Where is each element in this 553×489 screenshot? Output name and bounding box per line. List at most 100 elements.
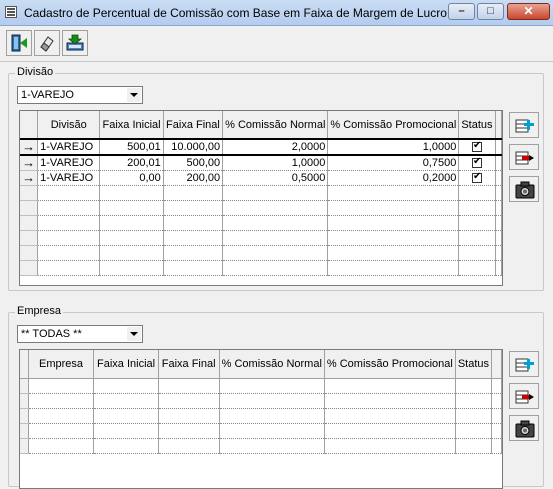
- cell-faixa-final[interactable]: 500,00: [163, 155, 224, 171]
- cell-comissao-promocional[interactable]: 0,7500: [327, 155, 460, 171]
- status-checkbox[interactable]: [471, 156, 482, 169]
- close-button[interactable]: ✕: [507, 3, 550, 20]
- empty-row[interactable]: [20, 423, 502, 439]
- empresa-camera-button[interactable]: [509, 415, 539, 441]
- table-row[interactable]: → 1-VAREJO 200,01 500,00 1,0000 0,7500: [20, 155, 502, 171]
- cell-comissao-normal[interactable]: 1,0000: [222, 155, 329, 171]
- col-header[interactable]: Empresa: [28, 350, 95, 379]
- empty-cell[interactable]: [99, 230, 164, 246]
- cell-divisao[interactable]: 1-VAREJO: [37, 138, 101, 156]
- maximize-button[interactable]: □: [477, 3, 504, 20]
- table-row[interactable]: → 1-VAREJO 0,00 200,00 0,5000 0,2000: [20, 170, 502, 186]
- chevron-down-icon[interactable]: [127, 88, 141, 102]
- cell-faixa-inicial[interactable]: 500,01: [99, 138, 164, 156]
- empty-row[interactable]: [20, 408, 502, 424]
- divisao-camera-button[interactable]: [509, 176, 539, 202]
- empty-row[interactable]: [20, 245, 502, 261]
- empty-cell[interactable]: [158, 408, 220, 424]
- empty-cell[interactable]: [324, 423, 456, 439]
- empty-cell[interactable]: [327, 230, 460, 246]
- empty-cell[interactable]: [458, 260, 496, 276]
- cell-divisao[interactable]: 1-VAREJO: [37, 155, 101, 171]
- empty-cell[interactable]: [163, 230, 224, 246]
- divisao-combo[interactable]: 1-VAREJO: [17, 86, 143, 104]
- empty-row[interactable]: [20, 378, 502, 394]
- empty-cell[interactable]: [455, 378, 493, 394]
- col-header[interactable]: Faixa Final: [158, 350, 220, 379]
- empty-cell[interactable]: [28, 438, 95, 454]
- empresa-remove-button[interactable]: [509, 383, 539, 409]
- cell-divisao[interactable]: 1-VAREJO: [37, 170, 101, 186]
- empty-cell[interactable]: [219, 438, 325, 454]
- empty-cell[interactable]: [93, 423, 159, 439]
- col-header[interactable]: % Comissão Normal: [222, 111, 329, 140]
- empty-cell[interactable]: [99, 260, 164, 276]
- empty-cell[interactable]: [37, 245, 101, 261]
- empty-cell[interactable]: [163, 185, 224, 201]
- divisao-add-button[interactable]: [509, 112, 539, 138]
- empty-cell[interactable]: [327, 185, 460, 201]
- empty-cell[interactable]: [222, 230, 329, 246]
- empty-cell[interactable]: [222, 260, 329, 276]
- empty-cell[interactable]: [93, 408, 159, 424]
- cell-comissao-promocional[interactable]: 0,2000: [327, 170, 460, 186]
- empty-cell[interactable]: [324, 438, 456, 454]
- empty-cell[interactable]: [327, 245, 460, 261]
- status-checkbox[interactable]: [471, 171, 482, 184]
- empresa-grid[interactable]: Empresa Faixa Inicial Faixa Final % Comi…: [19, 349, 503, 489]
- minimize-button[interactable]: –: [448, 3, 475, 20]
- cell-comissao-normal[interactable]: 0,5000: [222, 170, 329, 186]
- empty-cell[interactable]: [222, 185, 329, 201]
- empty-cell[interactable]: [455, 438, 493, 454]
- empty-cell[interactable]: [163, 200, 224, 216]
- empty-row[interactable]: [20, 438, 502, 454]
- empty-cell[interactable]: [93, 378, 159, 394]
- empty-row[interactable]: [20, 260, 502, 276]
- empty-cell[interactable]: [219, 393, 325, 409]
- empty-cell[interactable]: [37, 230, 101, 246]
- empty-cell[interactable]: [158, 378, 220, 394]
- empty-cell[interactable]: [324, 408, 456, 424]
- cell-status[interactable]: [458, 170, 496, 186]
- empty-row[interactable]: [20, 185, 502, 201]
- empty-cell[interactable]: [99, 185, 164, 201]
- empty-cell[interactable]: [455, 393, 493, 409]
- empty-cell[interactable]: [28, 423, 95, 439]
- cell-status[interactable]: [458, 138, 496, 156]
- empty-cell[interactable]: [222, 245, 329, 261]
- status-checkbox[interactable]: [471, 141, 482, 153]
- empty-row[interactable]: [20, 200, 502, 216]
- empty-cell[interactable]: [458, 185, 496, 201]
- col-header[interactable]: Status: [455, 350, 493, 379]
- col-header[interactable]: % Comissão Normal: [219, 350, 325, 379]
- empty-cell[interactable]: [458, 215, 496, 231]
- empty-cell[interactable]: [324, 378, 456, 394]
- empty-cell[interactable]: [219, 378, 325, 394]
- col-header[interactable]: % Comissão Promocional: [324, 350, 456, 379]
- col-header[interactable]: Status: [458, 111, 496, 140]
- chevron-down-icon[interactable]: [127, 327, 141, 341]
- empty-cell[interactable]: [93, 393, 159, 409]
- col-header[interactable]: Faixa Final: [163, 111, 224, 140]
- divisao-grid[interactable]: Divisão Faixa Inicial Faixa Final % Comi…: [19, 110, 503, 286]
- exit-button[interactable]: [6, 30, 32, 56]
- empty-cell[interactable]: [28, 408, 95, 424]
- empresa-add-button[interactable]: [509, 351, 539, 377]
- col-header[interactable]: Faixa Inicial: [99, 111, 164, 140]
- empty-cell[interactable]: [455, 423, 493, 439]
- empty-cell[interactable]: [99, 200, 164, 216]
- empty-cell[interactable]: [222, 200, 329, 216]
- empty-cell[interactable]: [99, 215, 164, 231]
- empty-cell[interactable]: [219, 408, 325, 424]
- cell-comissao-promocional[interactable]: 1,0000: [327, 138, 460, 156]
- empty-cell[interactable]: [219, 423, 325, 439]
- save-button[interactable]: [62, 30, 88, 56]
- empty-cell[interactable]: [37, 215, 101, 231]
- empresa-combo[interactable]: ** TODAS **: [17, 325, 143, 343]
- empty-cell[interactable]: [28, 378, 95, 394]
- empty-cell[interactable]: [37, 185, 101, 201]
- cell-faixa-final[interactable]: 10.000,00: [163, 138, 224, 156]
- empty-cell[interactable]: [28, 393, 95, 409]
- empty-cell[interactable]: [327, 260, 460, 276]
- cell-faixa-final[interactable]: 200,00: [163, 170, 224, 186]
